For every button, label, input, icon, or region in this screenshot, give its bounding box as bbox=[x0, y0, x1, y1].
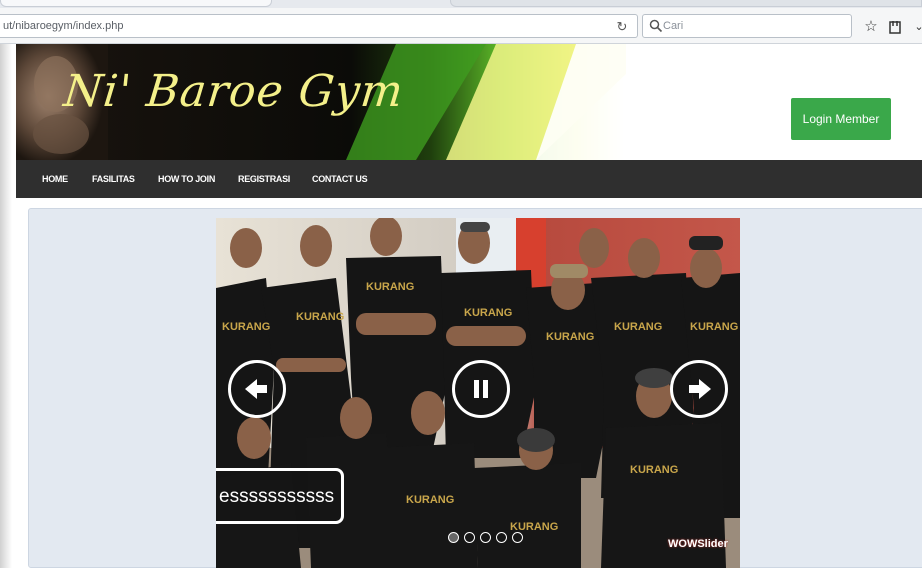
svg-text:KURANG: KURANG bbox=[406, 494, 454, 506]
image-slider[interactable]: KURANG KURANG KURANG KURANG KURANG KURAN… bbox=[216, 218, 740, 568]
overflow-chevron-icon[interactable]: ⌄ bbox=[910, 18, 922, 36]
address-bar-url: ut/nibaroegym/index.php bbox=[3, 20, 124, 32]
slide-dot-2[interactable] bbox=[464, 532, 475, 543]
page-left-edge bbox=[0, 44, 12, 568]
svg-text:KURANG: KURANG bbox=[296, 311, 344, 323]
slide-dot-3[interactable] bbox=[480, 532, 491, 543]
svg-text:KURANG: KURANG bbox=[690, 321, 738, 333]
svg-text:KURANG: KURANG bbox=[366, 281, 414, 293]
slide-pagination bbox=[448, 532, 528, 546]
search-input[interactable]: Cari bbox=[642, 14, 852, 38]
site-header-banner: Ni' Baroe Gym Login Member bbox=[16, 44, 922, 160]
reload-icon[interactable]: ↻ bbox=[612, 18, 632, 36]
bookmark-list-icon[interactable] bbox=[886, 18, 904, 36]
site-brand[interactable]: Ni' Baroe Gym bbox=[61, 66, 406, 117]
search-placeholder: Cari bbox=[663, 20, 684, 32]
browser-toolbar: ut/nibaroegym/index.php ↻ Cari ☆ ⌄ bbox=[0, 8, 922, 44]
star-icon[interactable]: ☆ bbox=[862, 18, 880, 36]
browser-tab-inactive[interactable] bbox=[450, 0, 922, 7]
svg-text:KURANG: KURANG bbox=[546, 331, 594, 343]
login-member-button[interactable]: Login Member bbox=[791, 98, 891, 140]
slide-caption: esssssssssss bbox=[216, 468, 344, 524]
svg-text:KURANG: KURANG bbox=[222, 321, 270, 333]
address-bar[interactable]: ut/nibaroegym/index.php ↻ bbox=[0, 14, 638, 38]
svg-text:KURANG: KURANG bbox=[630, 464, 678, 476]
slide-dot-4[interactable] bbox=[496, 532, 507, 543]
prev-arrow-icon[interactable] bbox=[228, 360, 286, 418]
slide-dot-5[interactable] bbox=[512, 532, 523, 543]
nav-item-contact-us[interactable]: CONTACT US bbox=[312, 174, 368, 184]
nav-item-fasilitas[interactable]: FASILITAS bbox=[92, 174, 135, 184]
nav-item-home[interactable]: HOME bbox=[42, 174, 68, 184]
browser-tab-active[interactable] bbox=[0, 0, 272, 7]
pause-icon[interactable] bbox=[452, 360, 510, 418]
main-nav: HOME FASILITAS HOW TO JOIN REGISTRASI CO… bbox=[16, 160, 922, 198]
browser-tab-strip bbox=[0, 0, 922, 8]
wowslider-watermark[interactable]: WOWSlider bbox=[668, 538, 728, 550]
next-arrow-icon[interactable] bbox=[670, 360, 728, 418]
nav-item-how-to-join[interactable]: HOW TO JOIN bbox=[158, 174, 215, 184]
slide-dot-1[interactable] bbox=[448, 532, 459, 543]
svg-text:KURANG: KURANG bbox=[464, 307, 512, 319]
slide-caption-text: esssssssssss bbox=[219, 486, 335, 507]
nav-item-registrasi[interactable]: REGISTRASI bbox=[238, 174, 290, 184]
search-icon bbox=[649, 19, 663, 33]
svg-text:KURANG: KURANG bbox=[614, 321, 662, 333]
